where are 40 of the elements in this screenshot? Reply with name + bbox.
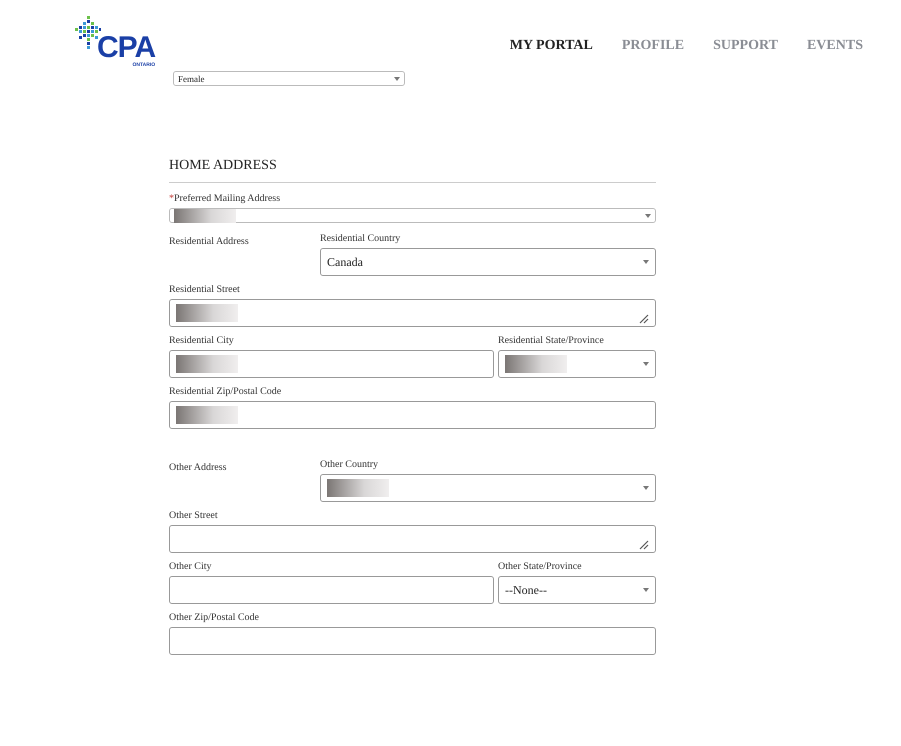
dropdown[interactable]: Female <box>173 71 405 86</box>
field-label: *Preferred Mailing Address <box>169 193 282 205</box>
caret-icon <box>645 214 651 218</box>
field-label: Residential Zip/Postal Code <box>169 386 282 398</box>
caret-icon <box>394 76 400 80</box>
field-label: Other State/Province <box>498 561 583 573</box>
dropdown[interactable] <box>498 350 656 378</box>
resize-handle-icon[interactable] <box>639 314 649 324</box>
caret-icon <box>643 588 649 592</box>
input-field[interactable] <box>169 576 494 604</box>
redacted-value <box>174 208 236 222</box>
group-title: Other Address <box>169 462 228 475</box>
caret-icon <box>643 260 649 264</box>
input-field[interactable] <box>169 627 656 655</box>
redacted-value <box>176 406 238 424</box>
dropdown[interactable] <box>320 474 656 502</box>
field-label: Other Country <box>320 459 380 471</box>
caret-icon <box>643 362 649 366</box>
field-label: Residential Street <box>169 284 241 296</box>
group-title: Residential Address <box>169 236 250 249</box>
caret-icon <box>643 486 649 490</box>
input-field[interactable] <box>169 350 494 378</box>
dropdown[interactable]: --None-- <box>498 576 656 604</box>
redacted-value <box>176 355 238 373</box>
field-label: Residential Country <box>320 233 402 245</box>
redacted-value <box>505 355 567 373</box>
field-label: Residential State/Province <box>498 335 605 347</box>
redacted-value <box>176 304 238 322</box>
logo-text: CPA <box>97 34 156 62</box>
field-label: Other Zip/Postal Code <box>169 612 260 624</box>
field-label: Residential City <box>169 335 235 347</box>
dropdown[interactable] <box>169 208 656 223</box>
nav-link[interactable]: MY PORTAL <box>510 38 593 54</box>
section-title: HOME ADDRESS <box>169 158 656 183</box>
field-label: Other Street <box>169 510 219 522</box>
dropdown[interactable]: Canada <box>320 248 656 276</box>
resize-handle-icon[interactable] <box>639 540 649 550</box>
redacted-value <box>327 479 389 497</box>
input-field[interactable] <box>169 401 656 429</box>
field-label: Other City <box>169 561 212 573</box>
